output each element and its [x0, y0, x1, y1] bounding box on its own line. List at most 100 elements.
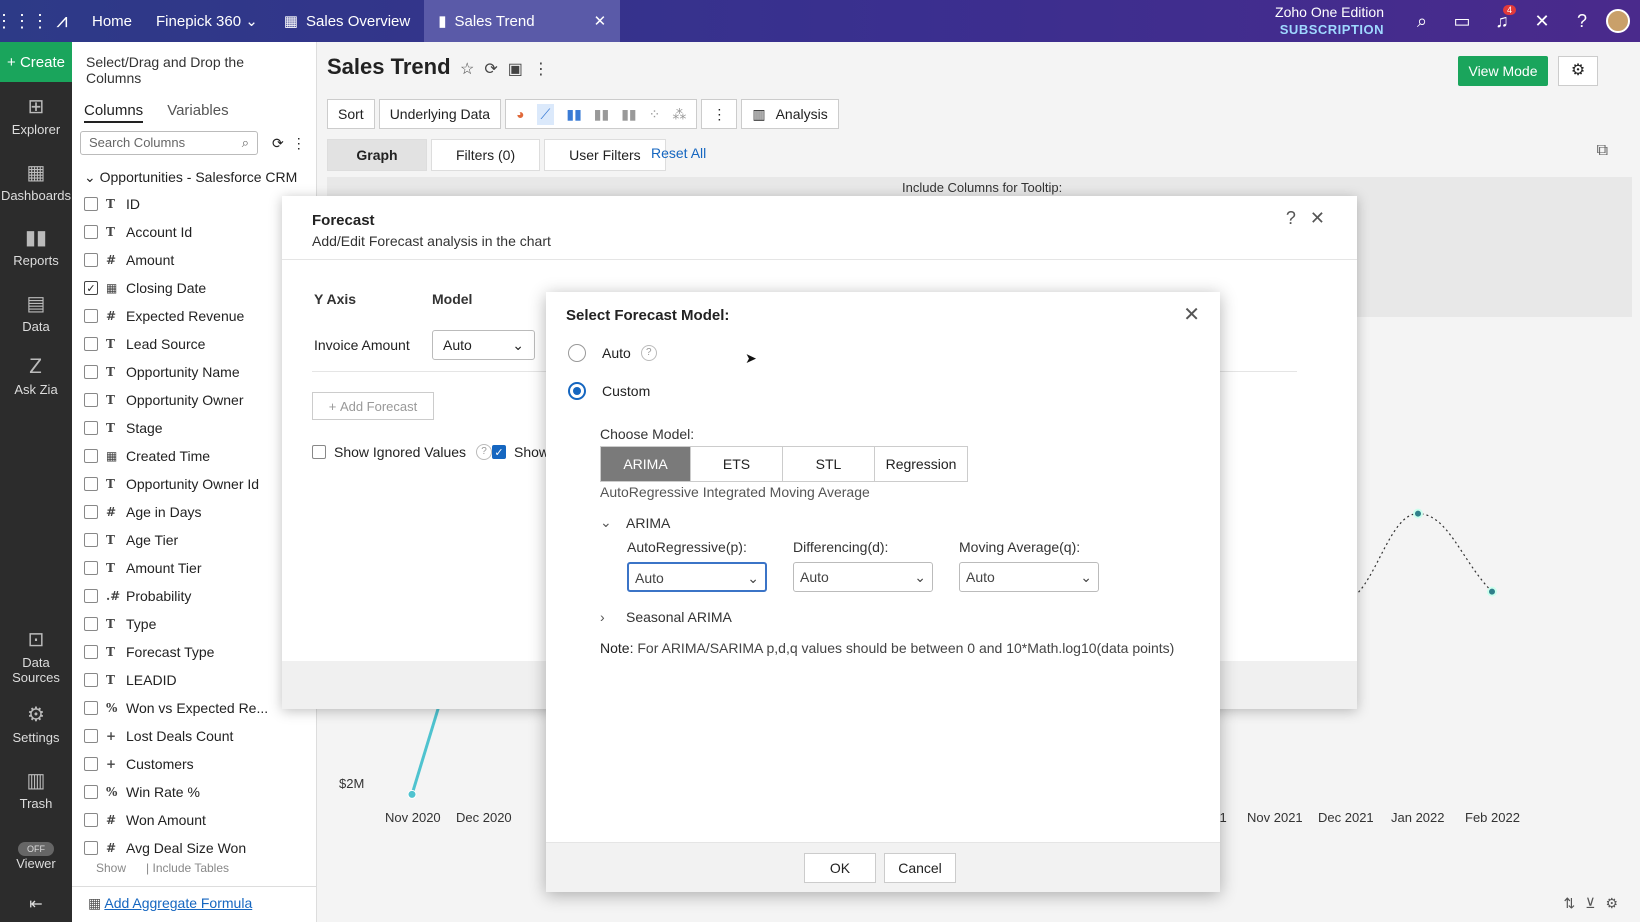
checkbox[interactable]: [84, 589, 98, 603]
radio-auto[interactable]: Auto?: [568, 344, 657, 362]
checkbox[interactable]: [84, 309, 98, 323]
model-stl[interactable]: STL: [783, 447, 875, 481]
checkbox[interactable]: [84, 645, 98, 659]
help-icon[interactable]: ?: [1286, 208, 1310, 228]
show-label[interactable]: Show: [96, 861, 126, 875]
column-item[interactable]: T ID: [72, 190, 316, 218]
column-item[interactable]: # Age in Days: [72, 498, 316, 526]
checkbox[interactable]: [84, 421, 98, 435]
checkbox[interactable]: [84, 197, 98, 211]
checkbox[interactable]: [84, 533, 98, 547]
close-icon[interactable]: ✕: [594, 12, 607, 30]
viewer-toggle[interactable]: OFF: [18, 842, 54, 856]
sort-icon[interactable]: ⇅: [1563, 895, 1585, 911]
checkbox[interactable]: [312, 445, 326, 459]
cancel-button[interactable]: Cancel: [884, 853, 956, 883]
checkbox[interactable]: [84, 701, 98, 715]
radio-circle[interactable]: [568, 344, 586, 362]
tools-icon[interactable]: ✕: [1522, 11, 1562, 32]
close-icon[interactable]: ✕: [1310, 208, 1339, 228]
radio-custom[interactable]: Custom: [568, 382, 650, 400]
show-checkbox[interactable]: ✓ Show: [492, 444, 549, 460]
column-item[interactable]: T Stage: [72, 414, 316, 442]
collapse-icon[interactable]: ⇤: [0, 894, 72, 914]
checkbox[interactable]: [84, 253, 98, 267]
column-item[interactable]: T Account Id: [72, 218, 316, 246]
model-arima[interactable]: ARIMA: [601, 447, 691, 481]
column-item[interactable]: T Opportunity Owner: [72, 386, 316, 414]
model-regression[interactable]: Regression: [875, 447, 967, 481]
column-item[interactable]: ▦ Created Time: [72, 442, 316, 470]
edition-info[interactable]: Zoho One Edition SUBSCRIPTION: [1275, 3, 1384, 39]
workspace-dropdown[interactable]: Finepick 360 ⌄: [144, 12, 270, 30]
refresh-icon[interactable]: ⟳: [272, 135, 284, 152]
ok-button[interactable]: OK: [804, 853, 876, 883]
checkbox-checked[interactable]: ✓: [492, 445, 506, 459]
rail-dashboards[interactable]: ▦ Dashboards: [0, 160, 72, 203]
rail-data[interactable]: ▤ Data: [0, 291, 72, 334]
rail-reports[interactable]: ▮▮ Reports: [0, 225, 72, 268]
checkbox[interactable]: [84, 785, 98, 799]
checkbox[interactable]: [84, 561, 98, 575]
column-item[interactable]: T Amount Tier: [72, 554, 316, 582]
tab-sales-trend[interactable]: ▮ Sales Trend ✕: [424, 0, 621, 42]
column-item[interactable]: T Type: [72, 610, 316, 638]
data-point[interactable]: [407, 789, 417, 799]
model-select[interactable]: Auto ⌄: [432, 330, 535, 360]
rail-explorer[interactable]: ⊞ Explorer: [0, 94, 72, 137]
avatar[interactable]: [1606, 9, 1630, 33]
tab-variables[interactable]: Variables: [167, 102, 228, 123]
close-icon[interactable]: ✕: [1183, 302, 1200, 327]
column-item[interactable]: # Amount: [72, 246, 316, 274]
help-icon[interactable]: ?: [640, 345, 657, 361]
zoho-analytics-logo[interactable]: ⩘: [44, 10, 80, 33]
app-grid-icon[interactable]: ⋮⋮⋮: [0, 11, 49, 32]
column-item[interactable]: T Opportunity Owner Id: [72, 470, 316, 498]
seasonal-arima-toggle[interactable]: › Seasonal ARIMA: [600, 609, 732, 625]
column-item[interactable]: T LEADID: [72, 666, 316, 694]
include-tables-link[interactable]: Include Tables: [153, 861, 230, 875]
checkbox[interactable]: [84, 841, 98, 855]
create-button[interactable]: + Create: [0, 42, 72, 82]
rail-ask-zia[interactable]: Ꮓ Ask Zia: [0, 356, 72, 397]
column-item[interactable]: % Win Rate %: [72, 778, 316, 806]
rail-data-sources[interactable]: ⊡ Data Sources: [0, 627, 72, 685]
checkbox[interactable]: [84, 673, 98, 687]
home-link[interactable]: Home: [80, 13, 144, 30]
p-select[interactable]: Auto ⌄: [627, 562, 767, 592]
column-item[interactable]: + Lost Deals Count: [72, 722, 316, 750]
show-ignored-checkbox[interactable]: Show Ignored Values?: [312, 444, 493, 460]
column-item[interactable]: + Customers: [72, 750, 316, 778]
subscription-link[interactable]: SUBSCRIPTION: [1275, 21, 1384, 39]
column-item[interactable]: T Lead Source: [72, 330, 316, 358]
tab-sales-overview[interactable]: ▦ Sales Overview: [270, 0, 424, 42]
column-item[interactable]: .# Probability: [72, 582, 316, 610]
forecast-point[interactable]: [1413, 508, 1423, 519]
column-item[interactable]: # Won Amount: [72, 806, 316, 834]
search-columns-input[interactable]: Search Columns ⌕: [80, 131, 258, 155]
q-select[interactable]: Auto ⌄: [959, 562, 1099, 592]
rail-viewer[interactable]: OFF Viewer: [0, 840, 72, 871]
column-item[interactable]: T Age Tier: [72, 526, 316, 554]
checkbox[interactable]: [84, 729, 98, 743]
checkbox[interactable]: [84, 337, 98, 351]
gear-icon[interactable]: ⚙: [1605, 895, 1628, 911]
checkbox[interactable]: [84, 477, 98, 491]
column-item[interactable]: T Forecast Type: [72, 638, 316, 666]
arima-section-toggle[interactable]: ⌄ ARIMA: [600, 514, 670, 531]
checkbox[interactable]: [84, 813, 98, 827]
column-item[interactable]: # Expected Revenue: [72, 302, 316, 330]
checkbox[interactable]: [84, 365, 98, 379]
search-icon[interactable]: ⌕: [1402, 11, 1442, 32]
checkbox[interactable]: [84, 393, 98, 407]
filter-icon[interactable]: ⊻: [1585, 895, 1605, 911]
model-ets[interactable]: ETS: [691, 447, 783, 481]
checkbox-checked[interactable]: ✓: [84, 281, 98, 295]
column-item[interactable]: % Won vs Expected Re...: [72, 694, 316, 722]
help-icon[interactable]: ?: [1562, 11, 1602, 32]
d-select[interactable]: Auto ⌄: [793, 562, 933, 592]
checkbox[interactable]: [84, 505, 98, 519]
checkbox[interactable]: [84, 617, 98, 631]
help-icon[interactable]: ?: [476, 444, 493, 460]
column-item[interactable]: T Opportunity Name: [72, 358, 316, 386]
